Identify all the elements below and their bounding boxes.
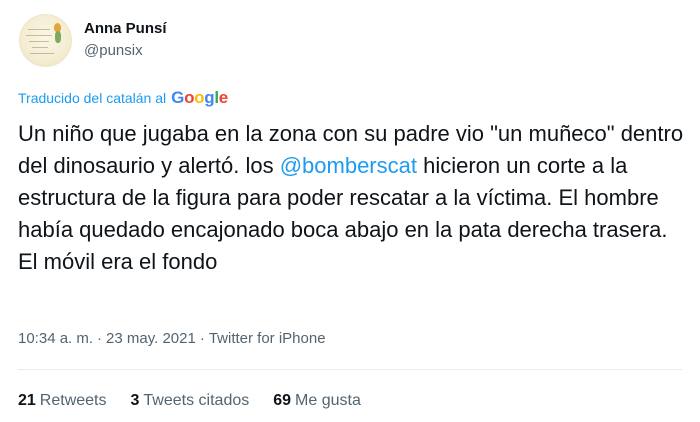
- tweet-stats: 21 Retweets 3 Tweets citados 69 Me gusta: [18, 392, 385, 410]
- translation-label[interactable]: Traducido del catalán al: [18, 90, 166, 106]
- meta-separator: ·: [199, 330, 205, 347]
- google-logo: Google: [171, 88, 228, 107]
- retweets-stat[interactable]: 21 Retweets: [18, 392, 107, 410]
- tweet-text: Un niño que jugaba en la zona con su pad…: [18, 118, 690, 278]
- retweets-label: Retweets: [39, 392, 107, 409]
- likes-stat[interactable]: 69 Me gusta: [273, 392, 361, 410]
- tweet-time[interactable]: 10:34 a. m.: [18, 330, 93, 347]
- tweet-meta: 10:34 a. m. · 23 may. 2021 · Twitter for iPh…: [18, 330, 326, 347]
- tweet-date[interactable]: 23 may. 2021: [106, 330, 196, 347]
- mention-link[interactable]: @bomberscat: [280, 153, 417, 178]
- quotes-label: Tweets citados: [143, 392, 250, 409]
- tweet-header: Anna Punsí @punsix: [19, 14, 167, 67]
- retweets-count: 21: [18, 392, 36, 409]
- likes-label: Me gusta: [295, 392, 361, 409]
- likes-count: 69: [273, 392, 292, 409]
- tweet-source[interactable]: Twitter for iPhone: [209, 330, 326, 347]
- translation-notice: Traducido del catalán al Google: [18, 88, 228, 108]
- quotes-count: 3: [130, 392, 140, 409]
- divider: [18, 369, 682, 370]
- author-handle[interactable]: @punsix: [84, 41, 167, 61]
- avatar[interactable]: [19, 14, 72, 67]
- author-display-name[interactable]: Anna Punsí: [84, 19, 167, 39]
- quotes-stat[interactable]: 3 Tweets citados: [131, 392, 250, 410]
- author-names: Anna Punsí @punsix: [84, 19, 167, 61]
- meta-separator: ·: [97, 330, 103, 347]
